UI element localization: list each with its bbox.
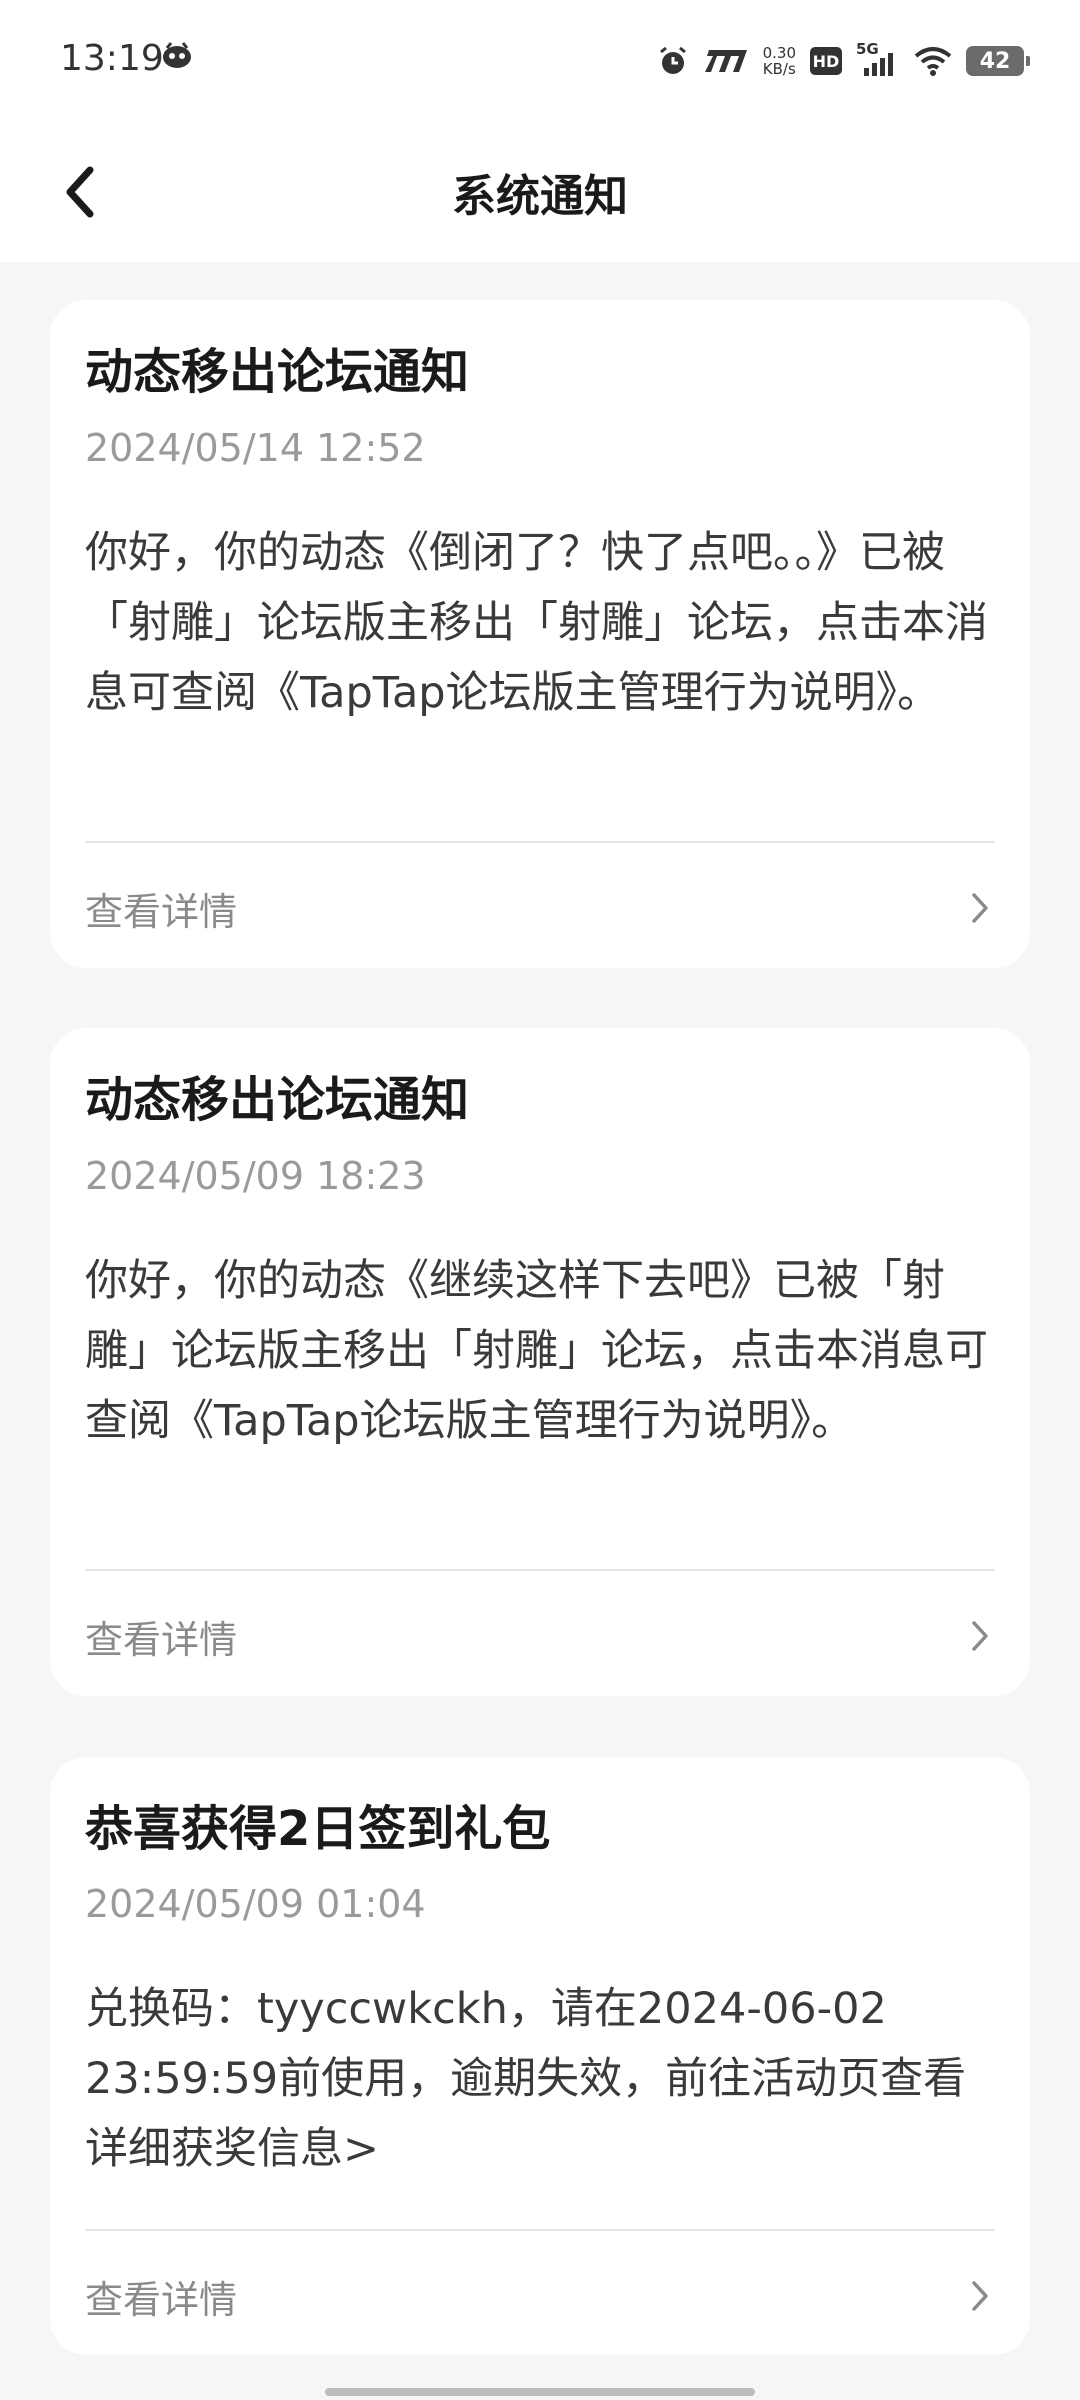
notification-body: 你好，你的动态《继续这样下去吧》已被「射雕」论坛版主移出「射雕」论坛，点击本消息… <box>85 1256 988 1446</box>
network-speed-unit: KB/s <box>762 60 796 78</box>
notification-card[interactable]: 动态移出论坛通知 2024/05/14 12:52 你好，你的动态《倒闭了？快了… <box>50 300 1030 968</box>
status-bar: 13:19 0.30 KB/s HD 5G 42 <box>0 0 1080 120</box>
chevron-right-icon <box>965 1616 995 1656</box>
app-notification-icon <box>160 40 194 70</box>
carrier-icon <box>703 48 749 74</box>
notification-body: 兑换码：tyyccwkckh，请在2024-06-02 23:59:59前使用，… <box>85 1984 967 2174</box>
notification-card[interactable]: 恭喜获得2日签到礼包 2024/05/09 01:04 兑换码：tyyccwkc… <box>50 1757 1030 2355</box>
battery-level: 42 <box>979 48 1011 74</box>
status-icons: 0.30 KB/s HD 5G 42 <box>657 36 1030 86</box>
divider <box>85 841 995 843</box>
view-details-label: 查看详情 <box>85 2277 238 2322</box>
view-details-button[interactable]: 查看详情 <box>85 2256 995 2336</box>
notification-title: 动态移出论坛通知 <box>85 344 470 400</box>
network-speed-value: 0.30 <box>762 44 796 62</box>
notification-title: 动态移出论坛通知 <box>85 1072 470 1128</box>
network-speed: 0.30 KB/s <box>763 45 796 77</box>
notification-time: 2024/05/09 18:23 <box>85 1154 426 1198</box>
view-details-button[interactable]: 查看详情 <box>85 1596 995 1676</box>
clock: 13:19 <box>60 38 164 79</box>
notification-card[interactable]: 动态移出论坛通知 2024/05/09 18:23 你好，你的动态《继续这样下去… <box>50 1028 1030 1696</box>
page-title: 系统通知 <box>452 171 628 222</box>
view-details-label: 查看详情 <box>85 889 238 934</box>
battery-icon: 42 <box>966 46 1030 76</box>
view-details-label: 查看详情 <box>85 1617 238 1662</box>
hd-label: HD <box>812 51 840 71</box>
notification-title: 恭喜获得2日签到礼包 <box>85 1801 551 1857</box>
notification-time: 2024/05/09 01:04 <box>85 1882 426 1926</box>
signal-5g-icon: 5G <box>856 40 900 78</box>
notification-body: 你好，你的动态《倒闭了？快了点吧。。》已被「射雕」论坛版主移出「射雕」论坛，点击… <box>85 528 988 718</box>
view-details-button[interactable]: 查看详情 <box>85 868 995 948</box>
chevron-right-icon <box>965 888 995 928</box>
home-indicator[interactable] <box>325 2388 755 2396</box>
alarm-icon <box>657 45 689 77</box>
notification-time: 2024/05/14 12:52 <box>85 426 426 470</box>
wifi-icon <box>914 46 952 76</box>
divider <box>85 1569 995 1571</box>
divider <box>85 2229 995 2231</box>
hd-badge-icon: HD <box>810 47 842 75</box>
nav-bar: 系统通知 <box>0 120 1080 262</box>
chevron-right-icon <box>965 2276 995 2316</box>
